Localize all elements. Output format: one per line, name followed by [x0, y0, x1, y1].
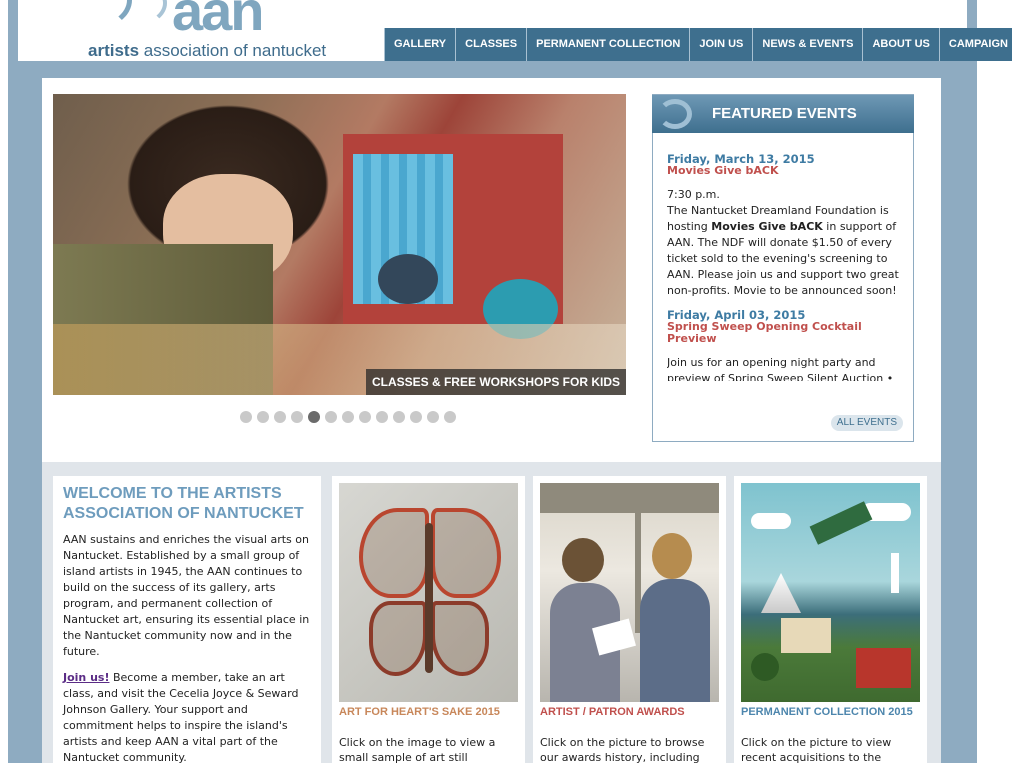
slider-dot[interactable] [274, 411, 286, 423]
woman-head-shape [652, 533, 692, 579]
slider-dots [240, 411, 456, 423]
card-title-link[interactable]: PERMANENT COLLECTION 2015 [741, 706, 920, 718]
cloud-shape [751, 513, 791, 529]
slider-dot[interactable] [240, 411, 252, 423]
house-shape [781, 618, 831, 653]
featured-events-title: FEATURED EVENTS [712, 105, 857, 122]
feature-strip: WELCOME TO THE ARTISTS ASSOCIATION OF NA… [42, 462, 941, 763]
nav-news-events[interactable]: NEWS & EVENTS [752, 28, 863, 61]
permanent-collection-card: PERMANENT COLLECTION 2015 Click on the p… [734, 476, 927, 763]
join-text: Become a member, take an art class, and … [63, 671, 299, 763]
main-nav: GALLERY CLASSES PERMANENT COLLECTION JOI… [384, 28, 1012, 61]
butterfly-body-shape [425, 523, 433, 673]
logo-mark: aan [172, 0, 264, 42]
slider-dot[interactable] [308, 411, 320, 423]
barn-shape [856, 648, 911, 688]
artist-patron-awards-card: ARTIST / PATRON AWARDS Click on the pict… [533, 476, 726, 763]
window-frame-shape [540, 483, 719, 513]
aan-logo[interactable]: aan artists association of nantucket [52, 0, 326, 60]
butterfly-wing-shape [431, 508, 501, 598]
slider-dot[interactable] [393, 411, 405, 423]
logo-text: artists association of nantucket [88, 41, 326, 61]
logo-text-rest: association of nantucket [139, 41, 327, 60]
featured-events-panel: FEATURED EVENTS Friday, March 13, 2015 M… [652, 94, 914, 442]
main-content: CLASSES & FREE WORKSHOPS FOR KIDS FEATUR… [42, 78, 941, 763]
slider-dot[interactable] [359, 411, 371, 423]
slider-dot[interactable] [427, 411, 439, 423]
nav-gallery[interactable]: GALLERY [384, 28, 456, 61]
bird-shape [378, 254, 438, 304]
welcome-paragraph: AAN sustains and enriches the visual art… [63, 533, 310, 658]
slider-dot[interactable] [376, 411, 388, 423]
tree-shape [751, 653, 779, 681]
nav-classes[interactable]: CLASSES [455, 28, 527, 61]
card-text: Click on the picture to view recent acqu… [741, 736, 892, 763]
logo-text-bold: artists [88, 41, 140, 60]
slider-dot[interactable] [291, 411, 303, 423]
nav-join-us[interactable]: JOIN US [689, 28, 753, 61]
woman-head-shape [562, 538, 604, 582]
welcome-card: WELCOME TO THE ARTISTS ASSOCIATION OF NA… [53, 476, 321, 763]
butterfly-artwork-image[interactable] [339, 483, 518, 702]
event-item: Friday, March 13, 2015 Movies Give bACK … [667, 153, 907, 299]
event-title-link[interactable]: Movies Give bACK [667, 165, 907, 177]
wave-icon [658, 99, 692, 129]
awards-photo-image[interactable] [540, 483, 719, 702]
butterfly-wing-shape [359, 508, 429, 598]
join-paragraph: Join us! Become a member, take an art cl… [63, 670, 311, 763]
card-title-link[interactable]: ARTIST / PATRON AWARDS [540, 706, 719, 718]
butterfly-wing-shape [431, 601, 489, 676]
nav-permanent-collection[interactable]: PERMANENT COLLECTION [526, 28, 690, 61]
event-text-bold: Movies Give bACK [711, 220, 823, 233]
all-events-button[interactable]: ALL EVENTS [830, 415, 903, 431]
slider-dot[interactable] [257, 411, 269, 423]
painting-image[interactable] [741, 483, 920, 702]
slider-dot[interactable] [444, 411, 456, 423]
woman-dress-shape [640, 579, 710, 702]
butterfly-wing-shape [369, 601, 427, 676]
event-title-link[interactable]: Spring Sweep Opening Cocktail Preview [667, 321, 907, 345]
slider-dot[interactable] [410, 411, 422, 423]
ship-shape [761, 573, 801, 613]
nav-about-us[interactable]: ABOUT US [862, 28, 939, 61]
slide-caption: CLASSES & FREE WORKSHOPS FOR KIDS [365, 369, 626, 395]
flying-figure-shape [809, 501, 873, 545]
card-text: Click on the image to view a small sampl… [339, 736, 496, 763]
event-time: 7:30 p.m. [667, 188, 720, 201]
join-us-link[interactable]: Join us! [63, 671, 109, 684]
card-title-link[interactable]: ART FOR HEART'S SAKE 2015 [339, 706, 518, 718]
nav-campaign[interactable]: CAMPAIGN [938, 28, 1012, 61]
site-header: aan artists association of nantucket GAL… [18, 0, 1012, 61]
event-item: Friday, April 03, 2015 Spring Sweep Open… [667, 309, 907, 381]
featured-events-heading: FEATURED EVENTS [652, 95, 914, 133]
hero-slider[interactable]: CLASSES & FREE WORKSHOPS FOR KIDS [53, 94, 626, 395]
event-description: The Nantucket Dreamland Foundation is ho… [667, 203, 907, 299]
page-frame: aan artists association of nantucket GAL… [8, 0, 1012, 763]
slider-dot[interactable] [342, 411, 354, 423]
slide-image[interactable] [53, 94, 626, 395]
events-list[interactable]: Friday, March 13, 2015 Movies Give bACK … [667, 153, 907, 381]
welcome-heading: WELCOME TO THE ARTISTS ASSOCIATION OF NA… [63, 485, 304, 522]
art-for-hearts-sake-card: ART FOR HEART'S SAKE 2015 Click on the i… [332, 476, 525, 763]
card-text: Click on the picture to browse our award… [540, 736, 705, 763]
lighthouse-shape [891, 553, 899, 593]
event-description: Join us for an opening night party and p… [667, 356, 894, 381]
slider-dot[interactable] [325, 411, 337, 423]
